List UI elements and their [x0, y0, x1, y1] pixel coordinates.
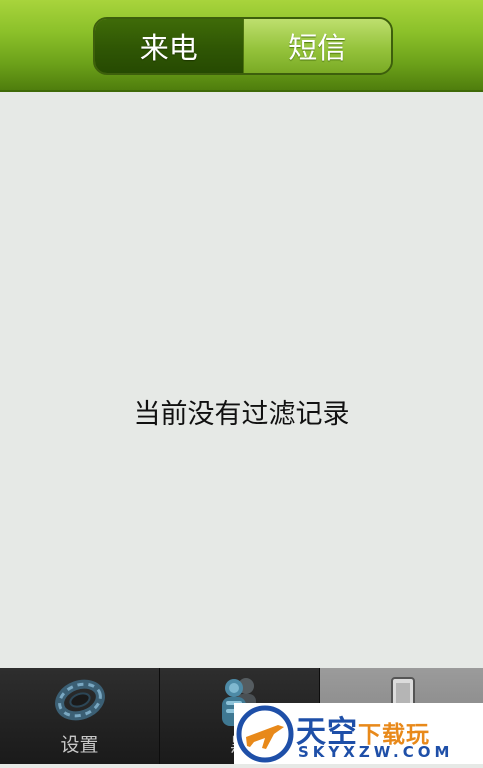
- top-header: 来电 短信: [0, 0, 483, 92]
- call-sms-segmented-control: 来电 短信: [93, 17, 393, 75]
- nav-item-settings[interactable]: 设置: [0, 668, 160, 764]
- tab-calls[interactable]: 来电: [95, 19, 243, 73]
- nav-label-settings: 设置: [60, 734, 99, 756]
- gear-icon: [52, 674, 108, 730]
- watermark-sub: SKYXZW.COM: [298, 743, 454, 761]
- watermark-text: 天空下载玩 SKYXZW.COM: [294, 703, 483, 764]
- globe-plane-logo-icon: [234, 703, 294, 764]
- empty-state-message: 当前没有过滤记录: [133, 399, 350, 430]
- site-watermark: 天空下载玩 SKYXZW.COM: [234, 703, 483, 764]
- tab-sms[interactable]: 短信: [242, 19, 391, 73]
